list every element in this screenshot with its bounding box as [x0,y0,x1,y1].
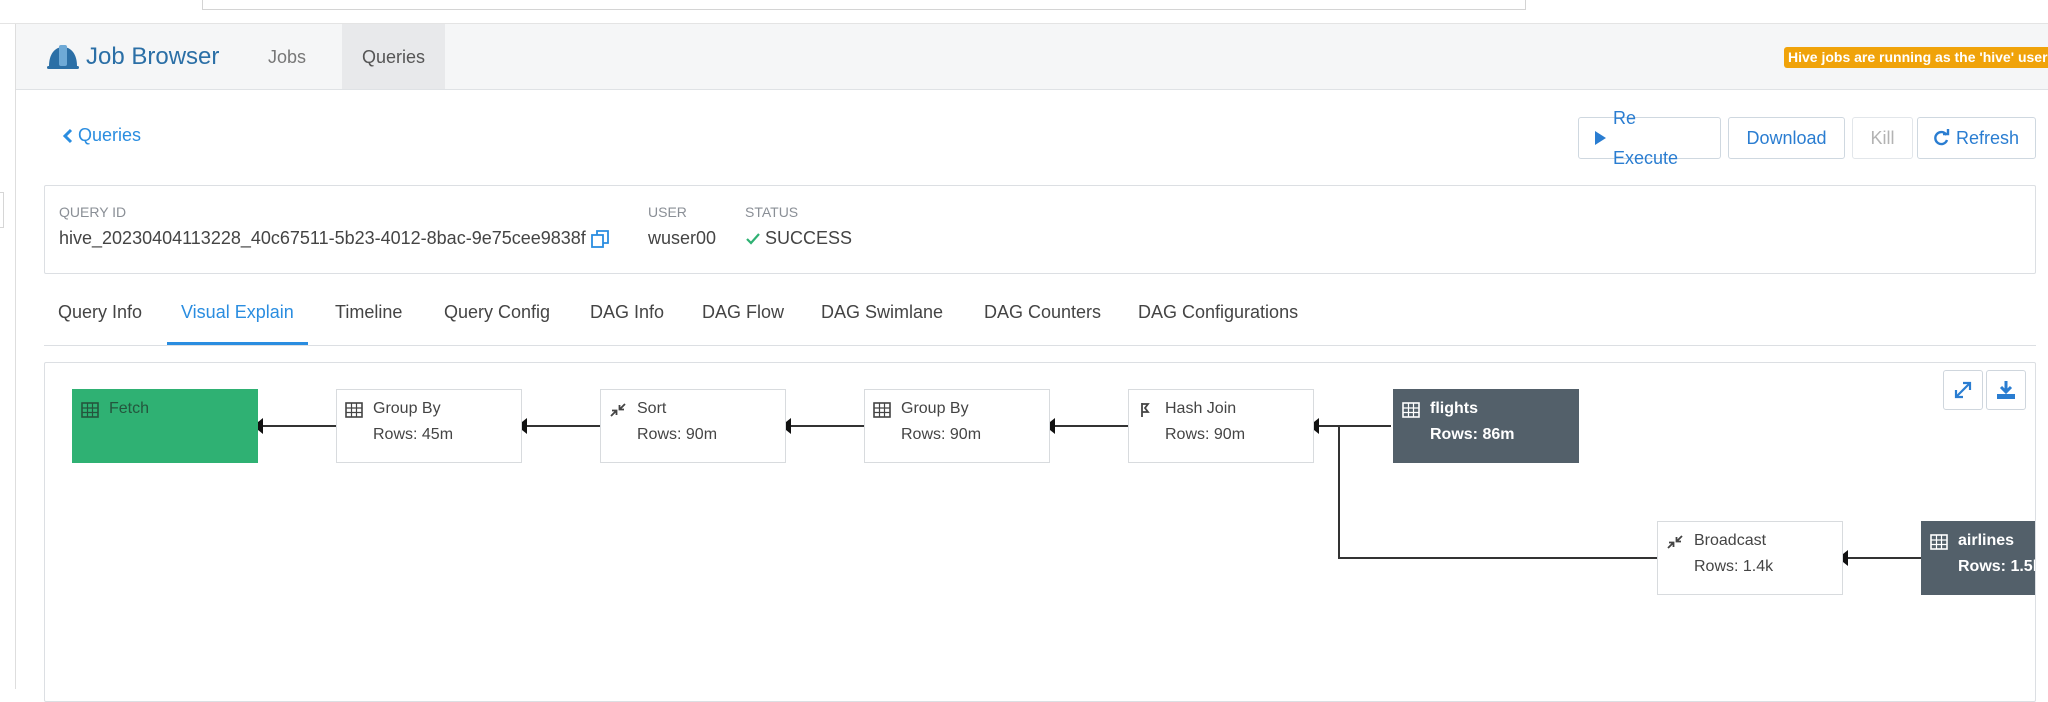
dag-node-sort[interactable]: Sort Rows: 90m [600,389,786,463]
check-icon [746,232,760,245]
play-icon [1594,131,1606,145]
node-title: Sort [637,400,667,417]
node-rows: Rows: 90m [901,426,982,443]
tab-visual-explain[interactable]: Visual Explain [167,292,308,345]
download-icon [1997,381,2015,399]
dag-node-table-flights[interactable]: flights Rows: 86m [1393,389,1579,463]
kill-label: Kill [1870,128,1895,148]
dag-node-group-by-1[interactable]: Group By Rows: 45m [336,389,522,463]
status-label: STATUS [745,204,799,220]
top-strip [0,0,2048,24]
download-graph-button[interactable] [1986,370,2026,410]
node-title: airlines [1958,532,2015,549]
node-rows: Rows: 1.4k [1694,558,1774,575]
tab-query-info[interactable]: Query Info [44,292,156,345]
node-rows: Rows: 90m [1165,426,1246,443]
compress-icon [1667,535,1683,549]
app-header: Job Browser Jobs Queries Hive jobs are r… [16,24,2048,90]
hive-user-notice: Hive jobs are running as the 'hive' user [1784,47,2048,68]
node-title: Group By [901,400,969,417]
compress-icon [610,403,626,417]
node-title: Hash Join [1165,400,1237,417]
node-rows: Rows: 1.5k [1958,558,2036,575]
global-search-input[interactable] [202,0,1526,10]
query-id-label: QUERY ID [59,204,127,220]
left-sidebar [0,24,16,689]
tab-dag-swimlane[interactable]: DAG Swimlane [807,292,957,345]
copy-icon[interactable] [590,229,610,249]
status-value: SUCCESS [745,228,852,249]
node-title: flights [1430,400,1478,417]
re-execute-button[interactable]: Re Execute [1578,108,1721,168]
table-icon [81,402,99,418]
query-id-value: hive_20230404113228_40c67511-5b23-4012-8… [59,228,610,249]
download-button[interactable]: Download [1728,117,1845,159]
chevron-left-icon [62,128,73,143]
query-id-text: hive_20230404113228_40c67511-5b23-4012-8… [59,228,586,248]
back-to-queries-link[interactable]: Queries [62,125,141,146]
re-execute-label: Re Execute [1612,108,1679,168]
query-tabs: Query Info Visual Explain Timeline Query… [44,292,2036,346]
nav-queries[interactable]: Queries [342,24,446,89]
download-label: Download [1746,128,1827,148]
tab-query-config[interactable]: Query Config [430,292,564,345]
app-brand[interactable]: Job Browser [46,40,219,74]
hardhat-icon [47,45,79,69]
tab-dag-info[interactable]: DAG Info [576,292,678,345]
dag-node-broadcast[interactable]: Broadcast Rows: 1.4k [1657,521,1843,595]
user-label: USER [648,204,687,220]
table-icon [873,402,891,418]
dag-node-table-airlines[interactable]: airlines Rows: 1.5k [1921,521,2036,595]
user-value: wuser00 [648,228,717,248]
node-rows: Rows: 86m [1430,426,1515,443]
status-text: SUCCESS [765,228,853,248]
visual-explain-canvas[interactable]: Fetch Group By Rows: 45m Sort Rows: 90m … [44,362,2036,702]
node-title: Group By [373,400,441,417]
dag-node-hash-join[interactable]: Hash Join Rows: 90m [1128,389,1314,463]
table-icon [1930,534,1948,550]
table-icon [1402,402,1420,418]
node-rows: Rows: 90m [637,426,718,443]
tab-timeline[interactable]: Timeline [321,292,416,345]
table-icon [345,402,363,418]
nav-jobs[interactable]: Jobs [248,24,326,89]
sidebar-toggle[interactable] [0,192,4,228]
join-icon [1141,403,1150,417]
node-title: Fetch [109,400,150,417]
dag-node-fetch[interactable]: Fetch [72,389,258,463]
node-rows: Rows: 45m [373,426,454,443]
fullscreen-button[interactable] [1943,370,1983,410]
kill-button[interactable]: Kill [1852,117,1913,159]
tab-dag-counters[interactable]: DAG Counters [970,292,1115,345]
node-title: Broadcast [1694,532,1767,549]
query-summary-panel: QUERY ID hive_20230404113228_40c67511-5b… [44,185,2036,274]
refresh-label: Refresh [1956,128,2020,148]
expand-icon [1954,381,1972,399]
back-link-label: Queries [78,125,142,145]
app-title: Job Browser [86,43,220,70]
tab-dag-configurations[interactable]: DAG Configurations [1124,292,1312,345]
tab-dag-flow[interactable]: DAG Flow [688,292,798,345]
refresh-icon [1934,129,1950,146]
dag-node-group-by-2[interactable]: Group By Rows: 90m [864,389,1050,463]
refresh-button[interactable]: Refresh [1917,117,2036,159]
